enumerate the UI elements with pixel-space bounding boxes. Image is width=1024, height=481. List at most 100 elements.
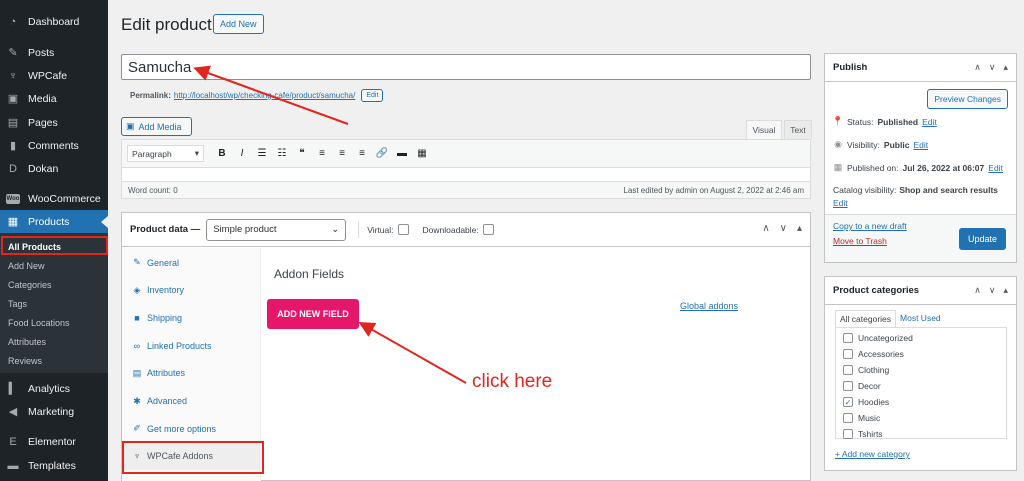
add-new-button[interactable]: Add New — [213, 14, 264, 34]
toolbar-toggle-icon[interactable]: ▦ — [412, 145, 432, 162]
product-tab-general[interactable]: ✎ General — [122, 249, 261, 276]
permalink-edit-button[interactable]: Edit — [361, 89, 384, 102]
plug-icon: ✐ — [133, 423, 141, 434]
align-right-icon[interactable]: ≡ — [352, 145, 372, 162]
category-checkbox[interactable] — [843, 381, 853, 391]
sidebar-item-products[interactable]: ▦ Products — [0, 210, 108, 233]
sidebar-item-marketing[interactable]: ◀ Marketing — [0, 400, 108, 423]
folder-icon: ▬ — [7, 459, 19, 472]
submenu-item[interactable]: Add New — [8, 261, 45, 271]
align-center-icon[interactable]: ≡ — [332, 145, 352, 162]
visibility-edit-link[interactable]: Edit — [913, 140, 928, 150]
submenu-item[interactable]: Reviews — [8, 356, 42, 366]
product-type-value: Simple product — [213, 224, 277, 235]
move-up-icon[interactable]: ∧ — [762, 223, 769, 234]
read-more-icon[interactable]: ▬ — [392, 145, 412, 162]
last-edited: Last edited by admin on August 2, 2022 a… — [623, 185, 804, 195]
bullet-list-icon[interactable]: ☰ — [252, 145, 272, 162]
sidebar-item-woocommerce[interactable]: Woo WooCommerce — [0, 187, 108, 210]
visibility-row: ◉ Visibility: Public Edit — [833, 139, 928, 150]
add-new-category-link[interactable]: + Add new category — [835, 449, 910, 459]
move-down-icon[interactable]: ∨ — [989, 285, 996, 296]
link-icon[interactable]: 🔗 — [372, 145, 392, 162]
submenu-item[interactable]: Food Locations — [8, 318, 70, 328]
publish-controls: ∧ ∨ ▴ — [974, 62, 1008, 73]
category-label: Hoodies — [858, 397, 890, 407]
sidebar-item-elementor[interactable]: E Elementor — [0, 430, 108, 453]
virtual-checkbox[interactable] — [397, 224, 409, 235]
downloadable-checkbox[interactable] — [482, 224, 494, 235]
sidebar-item-wpcafe[interactable]: ♆ WPCafe — [0, 64, 108, 87]
tab-text[interactable]: Text — [784, 120, 812, 139]
bold-icon[interactable]: B — [212, 145, 232, 162]
numbered-list-icon[interactable]: ☷ — [272, 145, 292, 162]
sidebar-item-label: Analytics — [28, 382, 71, 395]
add-media-button[interactable]: ▣ Add Media — [121, 117, 192, 136]
sidebar-item-comments[interactable]: ▮ Comments — [0, 134, 108, 157]
move-up-icon[interactable]: ∧ — [974, 62, 981, 73]
submenu-item[interactable]: Attributes — [8, 337, 46, 347]
panel-controls: ∧ ∨ ▴ — [762, 223, 802, 234]
sidebar-item-pages[interactable]: ▤ Pages — [0, 111, 108, 134]
product-data-panel: Product data — Simple product ⌄ Virtual:… — [121, 212, 811, 481]
preview-changes-button[interactable]: Preview Changes — [927, 89, 1008, 109]
product-tab-linked-products[interactable]: ∞ Linked Products — [122, 332, 261, 359]
product-title-input[interactable]: Samucha — [121, 54, 811, 80]
copy-to-draft-link[interactable]: Copy to a new draft — [833, 221, 907, 231]
move-down-icon[interactable]: ∨ — [780, 223, 787, 234]
product-tab-attributes[interactable]: ▤ Attributes — [122, 360, 261, 387]
category-checkbox[interactable]: ✓ — [843, 397, 853, 407]
product-tab-inventory[interactable]: ◈ Inventory — [122, 277, 261, 304]
italic-icon[interactable]: I — [232, 145, 252, 162]
product-type-select[interactable]: Simple product ⌄ — [206, 218, 347, 241]
sidebar-item-dashboard[interactable]: ◔ Dashboard — [0, 10, 108, 33]
product-categories-box: Product categories ∧ ∨ ▴ All categories … — [824, 276, 1017, 471]
sidebar-item-analytics[interactable]: ▍ Analytics — [0, 377, 108, 400]
tab-visual[interactable]: Visual — [746, 120, 782, 139]
all-products-highlight-box — [1, 236, 108, 255]
category-checkbox[interactable] — [843, 349, 853, 359]
collapse-icon[interactable]: ▴ — [1003, 62, 1008, 73]
category-tabs: All categories Most Used — [835, 310, 945, 328]
global-addons-link[interactable]: Global addons — [680, 301, 738, 311]
visibility-value: Public — [883, 139, 910, 150]
published-edit-link[interactable]: Edit — [988, 163, 1003, 173]
move-up-icon[interactable]: ∧ — [974, 285, 981, 296]
category-checkbox[interactable] — [843, 365, 853, 375]
addon-fields-title: Addon Fields — [274, 267, 345, 281]
tab-all-categories[interactable]: All categories — [835, 310, 897, 328]
collapse-icon[interactable]: ▴ — [1003, 285, 1008, 296]
category-checkbox[interactable] — [843, 413, 853, 423]
category-label: Uncategorized — [858, 333, 913, 343]
status-edit-link[interactable]: Edit — [922, 117, 937, 127]
category-checkbox[interactable] — [843, 333, 853, 343]
permalink-link[interactable]: http://localhost/wp/checking-cafe/produc… — [174, 91, 355, 100]
format-select[interactable]: Paragraph ▾ — [127, 145, 204, 162]
update-button[interactable]: Update — [959, 228, 1006, 250]
status-value: Published — [877, 116, 919, 127]
tab-most-used[interactable]: Most Used — [896, 310, 945, 328]
collapse-icon[interactable]: ▴ — [797, 223, 802, 234]
category-item: Accessories — [843, 349, 904, 359]
blockquote-icon[interactable]: ❝ — [292, 145, 312, 162]
submenu-item[interactable]: Tags — [8, 299, 27, 309]
sidebar-item-media[interactable]: ▣ Media — [0, 87, 108, 110]
move-down-icon[interactable]: ∨ — [989, 62, 996, 73]
align-left-icon[interactable]: ≡ — [312, 145, 332, 162]
move-to-trash-link[interactable]: Move to Trash — [833, 236, 887, 246]
list-icon: ▤ — [132, 367, 142, 378]
sidebar-item-dokan[interactable]: D Dokan — [0, 157, 108, 180]
product-tab-advanced[interactable]: ✱ Advanced — [122, 388, 261, 415]
sidebar-item-posts[interactable]: ✎ Posts — [0, 41, 108, 64]
product-tab-shipping[interactable]: ■ Shipping — [122, 304, 261, 331]
sidebar-item-label: Dashboard — [28, 15, 80, 28]
submenu-item[interactable]: Categories — [8, 280, 52, 290]
add-new-field-button[interactable]: ADD NEW FIELD — [267, 299, 359, 329]
sidebar-item-templates[interactable]: ▬ Templates — [0, 454, 108, 477]
editor-toolbar: Paragraph ▾ B I ☰ ☷ ❝ ≡ ≡ ≡ 🔗 ▬ ▦ — [122, 140, 810, 168]
category-checkbox[interactable] — [843, 429, 853, 439]
catalog-edit-link[interactable]: Edit — [833, 198, 848, 208]
page-title: Edit product — [121, 15, 212, 34]
status-label: Status: — [847, 116, 874, 127]
product-tab-get-more-options[interactable]: ✐ Get more options — [122, 415, 261, 442]
